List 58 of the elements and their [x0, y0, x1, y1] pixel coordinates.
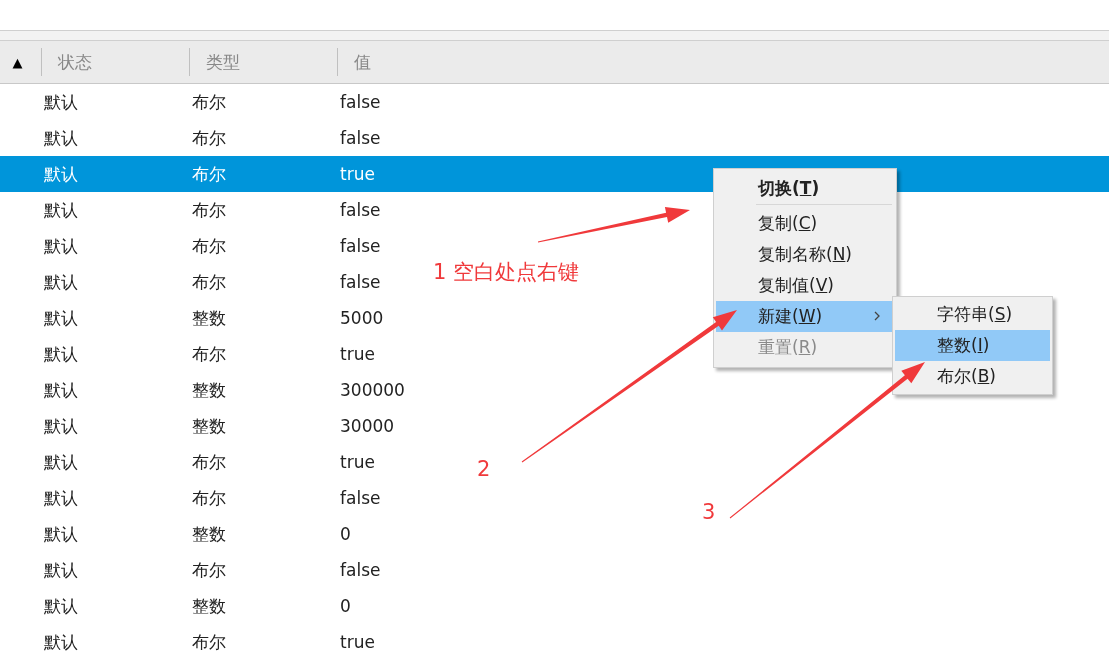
table-cell[interactable]: 默认 — [44, 127, 78, 148]
table-cell[interactable]: false — [340, 92, 381, 112]
menu-item[interactable]: 整数(I) — [895, 330, 1050, 361]
menu-item[interactable]: 复制值(V) — [716, 270, 894, 301]
table-cell[interactable]: true — [340, 344, 375, 364]
sort-indicator[interactable]: ▲ — [0, 54, 41, 70]
table-cell[interactable]: true — [340, 452, 375, 472]
table-cell[interactable]: 默认 — [44, 523, 78, 544]
table-cell[interactable]: 默认 — [44, 379, 78, 400]
table-cell[interactable]: 5000 — [340, 308, 384, 328]
annotation-text: 1 空白处点右键 — [433, 259, 580, 286]
table-cell[interactable]: false — [340, 272, 381, 292]
table-cell[interactable]: 布尔 — [192, 91, 226, 112]
table-cell[interactable]: false — [340, 236, 381, 256]
table-cell[interactable]: 布尔 — [192, 271, 226, 292]
table-cell[interactable]: 布尔 — [192, 451, 226, 472]
table-cell[interactable]: 0 — [340, 524, 351, 544]
table-cell[interactable]: 布尔 — [192, 343, 226, 364]
table-cell[interactable]: 整数 — [192, 595, 226, 616]
table-cell[interactable]: 布尔 — [192, 199, 226, 220]
table-cell[interactable]: false — [340, 200, 381, 220]
annotation-text: 3 — [702, 500, 716, 524]
annotation-text: 2 — [477, 457, 491, 481]
table-cell[interactable]: 布尔 — [192, 127, 226, 148]
table-cell[interactable]: 默认 — [44, 631, 78, 652]
table-cell[interactable]: 默认 — [44, 487, 78, 508]
table-cell[interactable]: 默认 — [44, 91, 78, 112]
table-cell[interactable]: false — [340, 488, 381, 508]
table-cell[interactable]: false — [340, 560, 381, 580]
table-cell[interactable]: 整数 — [192, 307, 226, 328]
table-cell[interactable]: 布尔 — [192, 487, 226, 508]
menu-item[interactable]: 布尔(B) — [895, 361, 1050, 392]
table-cell[interactable]: 默认 — [44, 343, 78, 364]
table-cell[interactable]: 布尔 — [192, 559, 226, 580]
table-cell[interactable]: false — [340, 128, 381, 148]
table-cell[interactable]: 300000 — [340, 380, 405, 400]
table-cell[interactable]: 默认 — [44, 595, 78, 616]
menu-item[interactable]: 新建(W) — [716, 301, 894, 332]
table-cell[interactable]: 默认 — [44, 307, 78, 328]
table-cell[interactable]: 布尔 — [192, 631, 226, 652]
chevron-right-icon — [874, 311, 880, 321]
table-cell[interactable]: 布尔 — [192, 235, 226, 256]
table-cell[interactable]: 30000 — [340, 416, 395, 436]
table-cell[interactable]: 默认 — [44, 199, 78, 220]
table-cell[interactable]: 0 — [340, 596, 351, 616]
menu-item[interactable]: 字符串(S) — [895, 299, 1050, 330]
table-cell[interactable]: 默认 — [44, 415, 78, 436]
table-cell[interactable]: 整数 — [192, 379, 226, 400]
menu-item[interactable]: 复制名称(N) — [716, 239, 894, 270]
menu-item[interactable]: 切换(T) — [716, 173, 894, 204]
table-cell[interactable]: 整数 — [192, 415, 226, 436]
table-cell[interactable]: true — [340, 632, 375, 652]
table-cell[interactable]: 默认 — [44, 271, 78, 292]
table-cell[interactable]: 默认 — [44, 235, 78, 256]
menu-item[interactable]: 复制(C) — [716, 208, 894, 239]
table-cell[interactable]: 整数 — [192, 523, 226, 544]
table-cell[interactable]: 默认 — [44, 451, 78, 472]
table-cell[interactable]: 默认 — [44, 559, 78, 580]
